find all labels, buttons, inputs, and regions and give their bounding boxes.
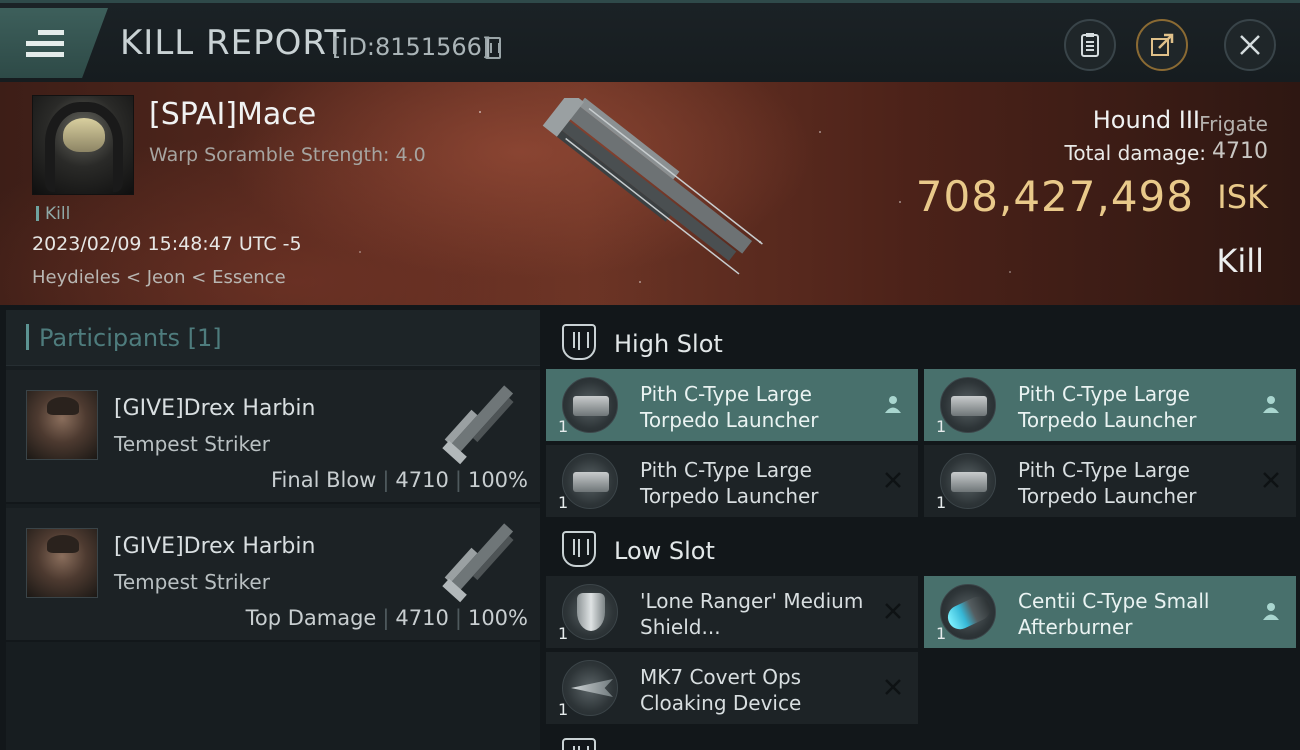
stat-separator: | — [382, 468, 390, 492]
attacker-role: Top Damage — [245, 606, 377, 630]
kill-id: [ID:8151566] — [332, 33, 492, 61]
kill-datetime: 2023/02/09 15:48:47 UTC -5 — [32, 233, 302, 255]
attacker-portrait[interactable] — [26, 390, 98, 460]
module-item[interactable]: 1 Pith C-Type Large Torpedo Launcher — [546, 445, 918, 517]
destroyed-icon — [1260, 469, 1282, 491]
total-damage-label: Total damage: — [1064, 141, 1207, 165]
attacker-stats: Top Damage | 4710 | 100% — [246, 606, 528, 630]
participants-title: Participants — [39, 324, 180, 352]
module-quantity: 1 — [558, 700, 569, 719]
module-name: Pith C-Type Large Torpedo Launcher — [640, 382, 819, 432]
stat-separator: | — [382, 606, 390, 630]
shield-module-icon — [562, 584, 618, 640]
top-bar: KILL REPORT [ID:8151566] — [0, 0, 1300, 82]
dropped-icon — [882, 393, 904, 415]
attacker-stats: Final Blow | 4710 | 100% — [271, 468, 528, 492]
victim-portrait[interactable] — [32, 95, 134, 195]
attacker-ship: Tempest Striker — [114, 570, 270, 594]
close-icon — [1240, 35, 1260, 55]
attacker-percent: 100% — [467, 606, 528, 630]
module-name: MK7 Covert Ops Cloaking Device — [640, 665, 802, 715]
module-item[interactable]: 1 'Lone Ranger' Medium Shield... — [546, 576, 918, 648]
dropped-icon — [1260, 393, 1282, 415]
module-quantity: 1 — [936, 624, 947, 643]
attacker-damage: 4710 — [395, 468, 449, 492]
low-slot-title: Low Slot — [614, 537, 715, 565]
attacker-ship-image — [442, 523, 514, 603]
attacker-percent: 100% — [467, 468, 528, 492]
high-slot-header: High Slot — [548, 316, 1300, 366]
share-button[interactable] — [1136, 19, 1188, 71]
share-icon — [1151, 33, 1174, 56]
module-quantity: 1 — [558, 624, 569, 643]
kill-result: Kill — [1216, 242, 1264, 280]
attacker-damage: 4710 — [395, 606, 449, 630]
torpedo-launcher-icon — [562, 453, 618, 509]
module-quantity: 1 — [558, 493, 569, 512]
isk-value: 708,427,498 — [915, 172, 1194, 221]
destroyed-icon — [882, 600, 904, 622]
kill-location: Heydieles < Jeon < Essence — [32, 267, 286, 288]
attacker-ship-image — [442, 385, 514, 465]
torpedo-launcher-icon — [940, 453, 996, 509]
afterburner-icon — [940, 584, 996, 640]
stat-separator: | — [454, 468, 462, 492]
module-item[interactable]: 1 Pith C-Type Large Torpedo Launcher — [924, 369, 1296, 441]
copy-icon[interactable] — [485, 37, 501, 59]
menu-button[interactable] — [0, 8, 108, 78]
kill-tag: Kill — [36, 204, 70, 224]
module-item[interactable]: 1 MK7 Covert Ops Cloaking Device — [546, 652, 918, 724]
cloaking-device-icon — [562, 660, 618, 716]
module-quantity: 1 — [936, 417, 947, 436]
attacker-ship: Tempest Striker — [114, 432, 270, 456]
dropped-icon — [1260, 600, 1282, 622]
module-name: Pith C-Type Large Torpedo Launcher — [640, 458, 819, 508]
participants-header: Participants [1] — [6, 310, 540, 366]
attacker-row[interactable]: [GIVE]Drex Harbin Tempest Striker Final … — [6, 370, 540, 504]
low-slot-icon — [562, 531, 596, 567]
total-damage-value: 4710 — [1212, 139, 1268, 164]
module-quantity: 1 — [936, 493, 947, 512]
clipboard-button[interactable] — [1064, 19, 1116, 71]
attacker-name[interactable]: [GIVE]Drex Harbin — [114, 534, 315, 559]
module-quantity: 1 — [558, 417, 569, 436]
destroyed-icon — [882, 676, 904, 698]
module-name: Pith C-Type Large Torpedo Launcher — [1018, 382, 1197, 432]
page-title: KILL REPORT — [120, 23, 347, 63]
stat-separator: | — [454, 606, 462, 630]
destroyed-icon — [882, 469, 904, 491]
attacker-role: Final Blow — [271, 468, 377, 492]
victim-banner: [SPAI]Mace Warp Soramble Strength: 4.0 K… — [0, 82, 1300, 305]
module-item[interactable]: 1 Pith C-Type Large Torpedo Launcher — [546, 369, 918, 441]
high-slot-icon — [562, 324, 596, 360]
attacker-portrait[interactable] — [26, 528, 98, 598]
participants-count: [1] — [187, 324, 222, 352]
torpedo-launcher-icon — [562, 377, 618, 433]
mid-slot-icon — [562, 738, 596, 750]
high-slot-title: High Slot — [614, 330, 723, 358]
module-name: 'Lone Ranger' Medium Shield... — [640, 589, 864, 639]
victim-name[interactable]: [SPAI]Mace — [149, 97, 316, 132]
module-name: Centii C-Type Small Afterburner — [1018, 589, 1210, 639]
attacker-name[interactable]: [GIVE]Drex Harbin — [114, 396, 315, 421]
attacker-row[interactable]: [GIVE]Drex Harbin Tempest Striker Top Da… — [6, 508, 540, 642]
mid-slot-header-partial — [548, 730, 1300, 750]
close-button[interactable] — [1224, 19, 1276, 71]
torpedo-launcher-icon — [940, 377, 996, 433]
clipboard-icon — [1081, 33, 1099, 57]
module-name: Pith C-Type Large Torpedo Launcher — [1018, 458, 1197, 508]
victim-subtitle: Warp Soramble Strength: 4.0 — [149, 144, 426, 166]
victim-ship-class: Frigate — [1199, 112, 1268, 136]
menu-icon — [26, 30, 64, 63]
victim-ship-image — [542, 98, 763, 275]
victim-ship-name[interactable]: Hound III — [1093, 106, 1200, 134]
participants-panel: Participants [1] [GIVE]Drex Harbin Tempe… — [6, 310, 540, 750]
isk-unit: ISK — [1217, 178, 1268, 216]
low-slot-header: Low Slot — [548, 523, 1300, 573]
module-item[interactable]: 1 Centii C-Type Small Afterburner — [924, 576, 1296, 648]
module-item[interactable]: 1 Pith C-Type Large Torpedo Launcher — [924, 445, 1296, 517]
